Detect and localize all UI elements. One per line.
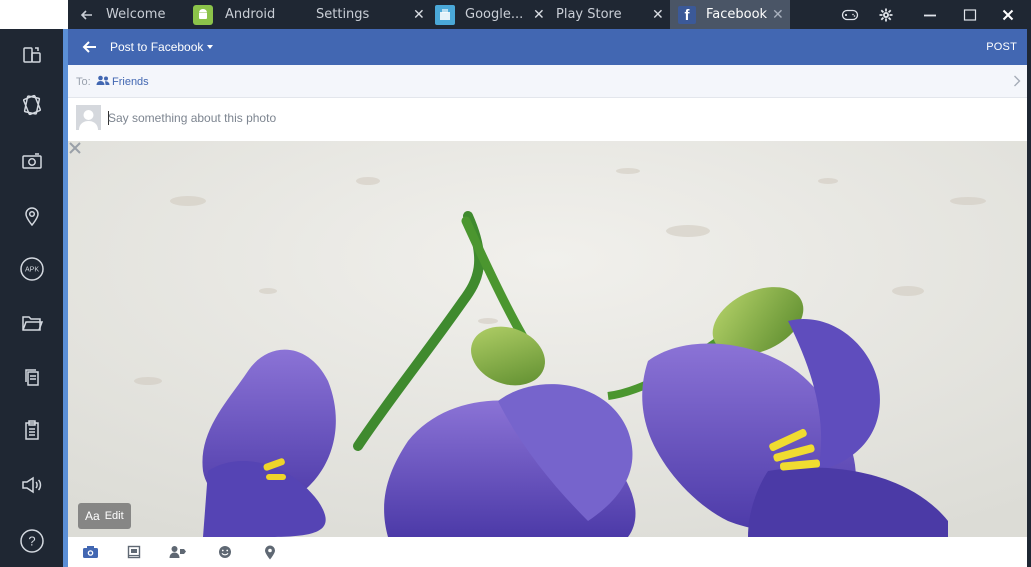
back-arrow-icon [80,9,92,20]
gamepad-icon [841,9,859,20]
copy-icon [24,369,39,386]
facebook-post-screen: Post to Facebook POST To: Friends Say so… [68,29,1031,567]
friends-icon [96,75,110,85]
open-folder-button[interactable] [0,303,63,343]
composer [68,99,1031,141]
tag-people-icon [169,546,186,558]
audience-value[interactable]: Friends [112,76,149,88]
flower-photo-image [68,141,1031,537]
apk-label: APK [24,267,38,274]
tab-label: Settings [316,7,370,22]
window-titlebar: Welcome Android Settings ✕ Google... ✕ P… [0,0,1031,29]
tab-label: Play Store [556,7,622,22]
settings-button[interactable] [866,0,906,29]
audience-to-label: To: [76,76,91,88]
tag-people-button[interactable] [169,544,187,560]
shake-icon [22,94,41,116]
help-button[interactable]: ? [0,521,63,561]
volume-button[interactable] [0,465,63,505]
app-store-icon [435,4,455,25]
photo-album-icon [127,545,141,559]
feeling-button[interactable] [216,544,234,560]
back-arrow-icon[interactable] [80,37,100,57]
window-right-edge [1027,29,1031,567]
paste-icon [24,420,39,440]
add-photo-button[interactable] [81,544,99,560]
location-button[interactable] [0,196,63,236]
tab-label: Android [225,7,276,22]
tab-facebook[interactable]: f Facebook ✕ [670,0,790,29]
android-icon [193,4,213,25]
location-pin-icon [265,545,275,559]
default-avatar-icon [76,105,101,130]
smiley-icon [219,546,231,558]
audience-selector[interactable]: To: Friends [68,65,1031,98]
remove-photo-icon[interactable] [68,141,82,155]
post-header: Post to Facebook POST [68,29,1031,65]
close-window-button[interactable] [988,0,1028,29]
close-icon[interactable]: ✕ [772,6,784,23]
chevron-down-icon[interactable] [207,45,213,49]
tool-sidebar: APK ? [0,29,63,567]
avatar [76,105,101,130]
copy-button[interactable] [0,357,63,397]
tab-google[interactable]: Google... ✕ [435,0,547,29]
rotate-screen-button[interactable] [0,35,63,75]
tab-label: Welcome [106,7,166,22]
facebook-icon: f [678,5,696,24]
close-icon[interactable]: ✕ [413,6,425,23]
tab-label: Google... [465,7,524,22]
camera-icon [21,153,42,169]
screenshot-button[interactable] [0,141,63,181]
attachment-toolbar [68,537,1031,567]
close-icon [1002,9,1014,20]
minimize-icon [924,14,936,16]
maximize-icon [963,8,977,21]
camera-icon [82,546,98,558]
add-album-button[interactable] [125,544,143,560]
tablet-rotate-icon [22,47,41,63]
location-icon [24,207,39,227]
gamepad-button[interactable] [830,0,870,29]
folder-icon [21,316,43,331]
apk-icon: APK [19,257,44,281]
post-button[interactable]: POST [986,41,1017,53]
tab-settings[interactable]: Settings ✕ [316,0,428,29]
close-icon[interactable]: ✕ [533,6,545,23]
tab-android[interactable]: Android [193,0,303,29]
close-icon[interactable]: ✕ [652,6,664,23]
text-style-label: Aa [85,509,100,523]
maximize-button[interactable] [950,0,990,29]
help-icon: ? [19,529,44,553]
edit-label: Edit [104,510,124,522]
volume-icon [21,476,41,494]
gear-icon [879,8,893,21]
tab-play-store[interactable]: Play Store ✕ [556,0,666,29]
help-label: ? [28,534,35,549]
paste-button[interactable] [0,410,63,450]
check-in-button[interactable] [261,544,279,560]
install-apk-button[interactable]: APK [0,249,63,289]
minimize-button[interactable] [910,0,950,29]
chevron-right-icon[interactable] [1011,74,1023,88]
shake-button[interactable] [0,85,63,125]
attached-photo[interactable]: Aa Edit [68,141,1031,537]
edit-photo-button[interactable]: Aa Edit [78,503,131,529]
page-title[interactable]: Post to Facebook [110,40,203,54]
status-input[interactable] [108,107,708,129]
tab-welcome[interactable]: Welcome [80,0,190,29]
tab-label: Facebook [706,7,768,22]
